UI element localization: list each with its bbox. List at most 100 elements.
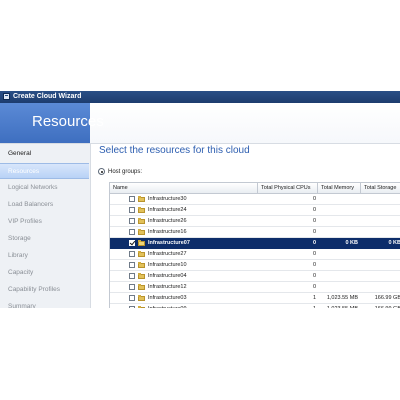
row-checkbox[interactable] — [129, 262, 135, 268]
host-group-name: Infrastructure07 — [148, 240, 190, 246]
row-checkbox[interactable] — [129, 306, 135, 308]
host-group-folder-icon — [138, 229, 145, 235]
step-logical-networks[interactable]: Logical Networks — [0, 180, 89, 196]
total-memory-cell: 1,023.55 MB — [326, 295, 358, 301]
column-header-cpus[interactable]: Total Physical CPUs — [258, 183, 318, 193]
table-row[interactable]: Infrastructure24 0 — [110, 205, 400, 216]
step-summary[interactable]: Summary — [0, 299, 89, 308]
host-group-folder-icon — [138, 207, 145, 213]
total-storage-cell — [362, 205, 400, 216]
resources-page: Select the resources for this cloud Host… — [91, 144, 400, 308]
total-cpus-cell: 1 — [260, 304, 316, 308]
total-cpus-cell: 0 — [312, 196, 316, 202]
host-group-folder-icon — [138, 295, 145, 301]
row-checkbox[interactable] — [129, 240, 135, 246]
host-group-folder-icon — [138, 306, 145, 308]
column-header-name[interactable]: Name — [110, 183, 258, 193]
host-group-name: Infrastructure09 — [148, 304, 258, 308]
host-group-folder-icon — [138, 251, 145, 257]
host-group-name: Infrastructure12 — [148, 284, 187, 290]
host-group-name: Infrastructure26 — [148, 218, 187, 224]
create-cloud-wizard-window: Create Cloud Wizard Resources General Res… — [0, 91, 400, 308]
total-storage-cell: 166.99 GB — [374, 295, 400, 301]
total-memory-cell — [318, 249, 358, 260]
row-checkbox[interactable] — [129, 196, 135, 202]
step-resources[interactable]: Resources — [0, 163, 89, 179]
step-load-balancers[interactable]: Load Balancers — [0, 197, 89, 213]
host-group-name: Infrastructure16 — [148, 229, 187, 235]
total-cpus-cell: 1 — [312, 295, 316, 301]
host-group-folder-icon — [138, 284, 145, 290]
title-bar: Create Cloud Wizard — [0, 91, 400, 103]
table-row[interactable]: Infrastructure16 0 — [110, 227, 400, 238]
wizard-header: Resources — [0, 103, 400, 144]
table-row[interactable]: Infrastructure10 0 — [110, 260, 400, 271]
host-group-folder-icon — [138, 262, 145, 268]
host-group-name: Infrastructure04 — [148, 273, 187, 279]
table-row[interactable]: Infrastructure04 0 — [110, 271, 400, 282]
table-row[interactable]: Infrastructure0911,023.55 MB 166.99 GB — [110, 304, 400, 308]
row-checkbox[interactable] — [129, 295, 135, 301]
step-vip-profiles[interactable]: VIP Profiles — [0, 214, 89, 230]
total-memory-cell: 1,023.55 MB — [318, 304, 358, 308]
host-group-name: Infrastructure03 — [148, 295, 187, 301]
row-checkbox[interactable] — [129, 207, 135, 213]
row-checkbox[interactable] — [129, 251, 135, 257]
total-storage-cell — [362, 260, 400, 271]
step-general[interactable]: General — [0, 146, 89, 162]
total-cpus-cell: 0 — [312, 251, 316, 257]
total-memory-cell: 0 KB — [345, 240, 358, 246]
total-storage-cell — [362, 227, 400, 238]
window-title: Create Cloud Wizard — [13, 93, 82, 100]
total-cpus-cell: 0 — [312, 273, 316, 279]
total-cpus-cell: 0 — [312, 229, 316, 235]
page-header-banner: Resources — [0, 103, 104, 143]
host-group-name: Infrastructure30 — [148, 196, 187, 202]
total-memory-cell — [318, 216, 358, 227]
column-header-storage[interactable]: Total Storage — [361, 183, 400, 193]
total-storage-cell — [362, 249, 400, 260]
step-capacity[interactable]: Capacity — [0, 265, 89, 281]
total-storage-cell — [362, 282, 400, 293]
total-cpus-cell: 0 — [312, 262, 316, 268]
total-memory-cell — [318, 194, 358, 205]
host-group-folder-icon — [138, 196, 145, 202]
host-group-folder-icon — [138, 240, 145, 246]
table-row[interactable]: Infrastructure26 0 — [110, 216, 400, 227]
total-storage-cell — [362, 271, 400, 282]
total-memory-cell — [318, 227, 358, 238]
step-library[interactable]: Library — [0, 248, 89, 264]
total-cpus-cell: 0 — [312, 240, 316, 246]
row-checkbox[interactable] — [129, 218, 135, 224]
total-storage-cell: 166.99 GB — [362, 304, 400, 308]
total-cpus-cell: 0 — [312, 218, 316, 224]
table-row[interactable]: Infrastructure12 0 — [110, 282, 400, 293]
window-icon — [3, 93, 10, 100]
host-groups-radio[interactable] — [98, 168, 105, 175]
table-row[interactable]: Infrastructure30 0 — [110, 194, 400, 205]
host-group-name: Infrastructure10 — [148, 262, 187, 268]
step-storage[interactable]: Storage — [0, 231, 89, 247]
total-storage-cell: 0 KB — [388, 240, 400, 246]
host-groups-table: Name Total Physical CPUs Total Memory To… — [109, 182, 400, 308]
column-header-memory[interactable]: Total Memory — [318, 183, 361, 193]
page-title: Select the resources for this cloud — [99, 145, 250, 156]
host-groups-label: Host groups: — [108, 169, 143, 175]
row-checkbox[interactable] — [129, 229, 135, 235]
total-memory-cell — [318, 205, 358, 216]
step-capability-profiles[interactable]: Capability Profiles — [0, 282, 89, 298]
host-group-folder-icon — [138, 273, 145, 279]
table-row[interactable]: Infrastructure07 0 0 KB 0 KB — [110, 238, 400, 249]
total-storage-cell — [362, 194, 400, 205]
host-group-folder-icon — [138, 218, 145, 224]
total-cpus-cell: 0 — [312, 284, 316, 290]
row-checkbox[interactable] — [129, 273, 135, 279]
table-row[interactable]: Infrastructure27 0 — [110, 249, 400, 260]
row-checkbox[interactable] — [129, 284, 135, 290]
total-storage-cell — [362, 216, 400, 227]
total-memory-cell — [318, 260, 358, 271]
table-row[interactable]: Infrastructure03 1 1,023.55 MB 166.99 GB — [110, 293, 400, 304]
host-group-name: Infrastructure27 — [148, 251, 187, 257]
total-cpus-cell: 0 — [312, 207, 316, 213]
wizard-step-list: General Resources Logical Networks Load Bal… — [0, 144, 91, 308]
